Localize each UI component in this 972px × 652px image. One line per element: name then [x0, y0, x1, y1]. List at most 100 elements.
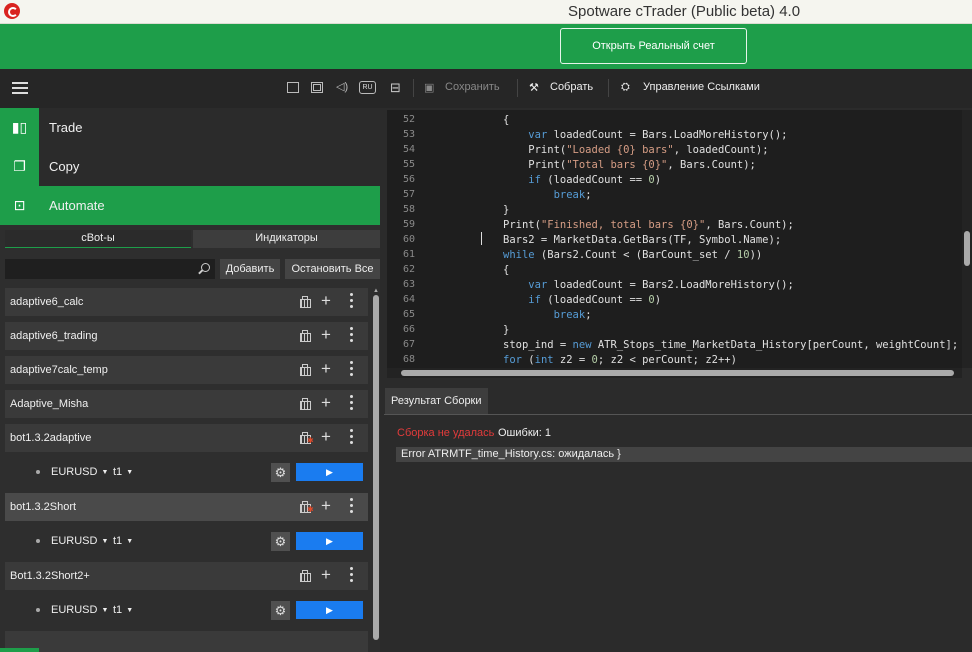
code-line[interactable]: if (loadedCount == 0) — [503, 294, 661, 306]
add-instance-icon[interactable]: + — [321, 497, 331, 515]
code-line[interactable]: break; — [503, 189, 592, 201]
code-line[interactable]: { — [503, 114, 509, 126]
editor-horizontal-scrollbar[interactable] — [387, 368, 962, 378]
code-line[interactable]: } — [503, 324, 509, 336]
instance-symbol[interactable]: EURUSD ▼ — [51, 604, 108, 616]
more-options-icon[interactable] — [350, 361, 354, 378]
code-line[interactable]: break; — [503, 309, 592, 321]
code-line[interactable]: var loadedCount = Bars2.LoadMoreHistory(… — [503, 279, 794, 291]
more-options-icon[interactable] — [350, 498, 354, 515]
error-message-row[interactable]: Error ATRMTF_time_History.cs: ожидалась … — [396, 447, 972, 462]
search-input[interactable] — [5, 259, 215, 279]
bot-name: adaptive6_calc — [10, 296, 84, 308]
bot-row[interactable]: Adaptive_Misha + — [5, 390, 368, 418]
instance-row[interactable]: EURUSD ▼ t1 ▼ ⚙ ▶ — [5, 458, 368, 486]
code-editor[interactable]: 52 53 54 55 56 57 58 59 60 61 62 63 64 65 66 67 68 { var… — [387, 110, 972, 368]
scroll-thumb[interactable] — [401, 370, 954, 376]
instance-symbol[interactable]: EURUSD ▼ — [51, 535, 108, 547]
search-icon[interactable] — [201, 263, 210, 272]
play-button[interactable]: ▶ — [296, 532, 363, 550]
menu-icon[interactable] — [12, 82, 28, 94]
build-icon[interactable] — [299, 330, 311, 342]
windows-icon[interactable] — [311, 82, 323, 93]
build-icon[interactable] — [299, 296, 311, 308]
instance-timeframe[interactable]: t1 ▼ — [113, 604, 133, 616]
line-number: 52 — [402, 114, 415, 125]
panel-layout-icon[interactable]: ⊟ — [390, 80, 401, 96]
code-line[interactable]: stop_ind = new ATR_Stops_time_MarketData… — [503, 339, 958, 351]
instance-timeframe[interactable]: t1 ▼ — [113, 535, 133, 547]
add-instance-icon[interactable]: + — [321, 326, 331, 344]
build-warning-icon[interactable]: ✱ — [299, 501, 314, 514]
language-badge[interactable]: RU — [359, 81, 376, 94]
code-line[interactable]: while (Bars2.Count < (BarCount_set / 10)… — [503, 249, 762, 261]
left-scrollbar[interactable]: ▲ — [372, 288, 380, 652]
add-button[interactable]: Добавить — [220, 259, 280, 279]
more-options-icon[interactable] — [350, 293, 354, 310]
add-instance-icon[interactable]: + — [321, 394, 331, 412]
bot-name: Bot1.3.2Short2+ — [10, 570, 90, 582]
more-options-icon[interactable] — [350, 395, 354, 412]
bot-row[interactable]: adaptive6_calc + — [5, 288, 368, 316]
manage-references-button[interactable]: Управление Ссылками — [643, 81, 760, 93]
code-line[interactable]: if (loadedCount == 0) — [503, 174, 661, 186]
code-line[interactable]: } — [503, 204, 509, 216]
play-button[interactable]: ▶ — [296, 601, 363, 619]
left-topbar: ◁) RU — [0, 69, 380, 108]
tab-cbots[interactable]: cBot-ы — [5, 230, 191, 248]
build-icon[interactable] — [299, 364, 311, 376]
play-button[interactable]: ▶ — [296, 463, 363, 481]
bot-row[interactable]: bot1.3.2Short ✱ + — [5, 493, 368, 521]
add-instance-icon[interactable]: + — [321, 292, 331, 310]
instance-timeframe[interactable]: t1 ▼ — [113, 466, 133, 478]
scroll-thumb[interactable] — [964, 231, 970, 266]
code-line[interactable]: Print("Loaded {0} bars", loadedCount); — [503, 144, 768, 156]
gear-icon[interactable]: ⚙ — [271, 532, 290, 551]
fullscreen-icon[interactable] — [287, 82, 299, 93]
more-options-icon[interactable] — [350, 429, 354, 446]
tab-build-result[interactable]: Результат Сборки — [385, 388, 488, 414]
more-options-icon[interactable] — [350, 567, 354, 584]
references-icon[interactable]: ⛭ — [621, 81, 630, 94]
code-line[interactable]: Print("Finished, total bars {0}", Bars.C… — [503, 219, 794, 231]
build-warning-icon[interactable]: ✱ — [299, 432, 314, 445]
scroll-up-icon[interactable]: ▲ — [373, 288, 379, 294]
tab-indicators[interactable]: Индикаторы — [193, 230, 380, 248]
add-instance-icon[interactable]: + — [321, 566, 331, 584]
build-icon[interactable] — [299, 398, 311, 410]
nav-copy[interactable]: ❐ Copy — [0, 147, 380, 186]
add-instance-icon[interactable]: + — [321, 360, 331, 378]
gear-icon[interactable]: ⚙ — [271, 601, 290, 620]
nav-trade[interactable]: ▮▯ Trade — [0, 108, 380, 147]
code-line[interactable]: var loadedCount = Bars.LoadMoreHistory()… — [503, 129, 787, 141]
sound-icon[interactable]: ◁) — [336, 81, 352, 94]
bot-row[interactable]: Bot1.3.2Short2+ + — [5, 562, 368, 590]
bot-row[interactable]: adaptive7calc_temp + — [5, 356, 368, 384]
line-number: 67 — [402, 339, 415, 350]
more-options-icon[interactable] — [350, 327, 354, 344]
bot-row[interactable] — [5, 631, 368, 652]
add-instance-icon[interactable]: + — [321, 428, 331, 446]
bot-row[interactable]: bot1.3.2adaptive ✱ + — [5, 424, 368, 452]
build-icon[interactable] — [299, 570, 311, 582]
instance-symbol[interactable]: EURUSD ▼ — [51, 466, 108, 478]
scroll-thumb[interactable] — [373, 295, 379, 640]
instance-row[interactable]: EURUSD ▼ t1 ▼ ⚙ ▶ — [5, 596, 368, 624]
bot-row[interactable]: adaptive6_trading + — [5, 322, 368, 350]
line-number: 62 — [402, 264, 415, 275]
instance-row[interactable]: EURUSD ▼ t1 ▼ ⚙ ▶ — [5, 527, 368, 555]
save-icon[interactable]: ▣ — [424, 81, 434, 94]
save-button[interactable]: Сохранить — [445, 81, 500, 93]
code-line[interactable]: Bars2 = MarketData.GetBars(TF, Symbol.Na… — [503, 234, 781, 246]
stop-all-button[interactable]: Остановить Все — [285, 259, 380, 279]
build-button[interactable]: Собрать — [550, 81, 593, 93]
code-line[interactable]: for (int z2 = 0; z2 < perCount; z2++) — [503, 354, 737, 366]
bottom-accent — [0, 648, 39, 652]
build-icon[interactable]: ⚒ — [529, 81, 539, 94]
open-live-account-button[interactable]: Открыть Реальный счет — [560, 28, 747, 64]
nav-automate[interactable]: ⊡ Automate — [0, 186, 380, 225]
editor-vertical-scrollbar[interactable] — [962, 110, 972, 368]
code-line[interactable]: Print("Total bars {0}", Bars.Count); — [503, 159, 756, 171]
code-line[interactable]: { — [503, 264, 509, 276]
gear-icon[interactable]: ⚙ — [271, 463, 290, 482]
